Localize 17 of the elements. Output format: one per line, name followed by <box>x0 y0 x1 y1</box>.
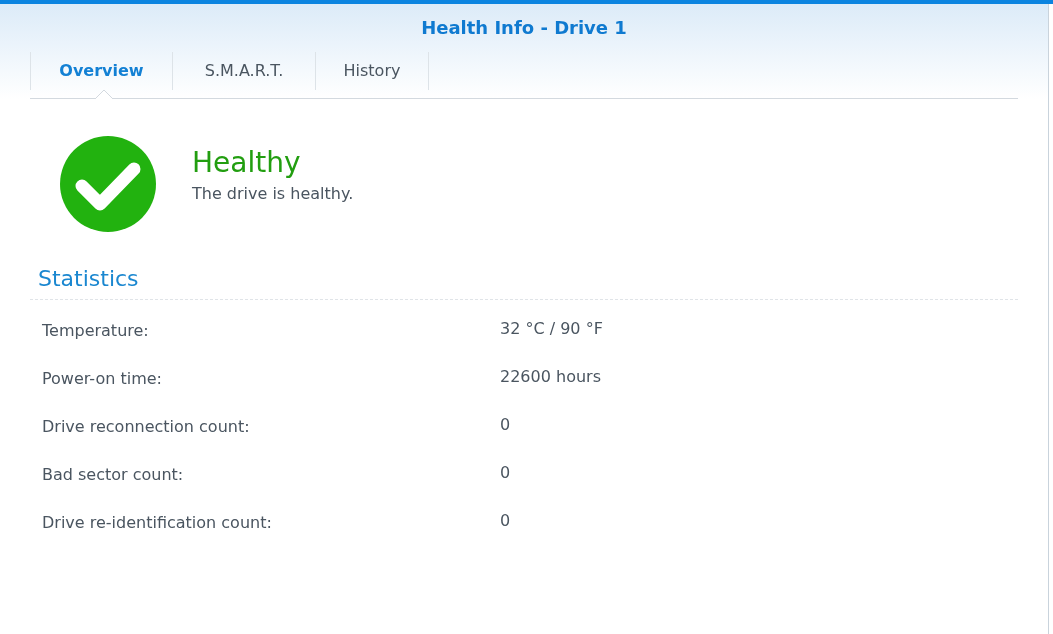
stat-label: Bad sector count: <box>42 464 185 486</box>
stat-label: Power-on time: <box>42 368 163 390</box>
stat-value: 0 <box>500 510 511 532</box>
stat-value: 0 <box>500 414 511 436</box>
stat-value: 0 <box>500 462 511 484</box>
stat-label: Drive reconnection count: <box>42 416 251 438</box>
tab[interactable]: S.M.A.R.T. <box>173 52 316 90</box>
tab[interactable]: Overview <box>30 52 173 90</box>
status-message: The drive is healthy. <box>192 183 354 205</box>
stat-value: 22600 hours <box>500 366 601 388</box>
section-heading: Statistics <box>38 265 140 293</box>
status-title: Healthy <box>192 145 302 181</box>
stat-label: Drive re-identification count: <box>42 512 273 534</box>
tab[interactable]: History <box>316 52 429 90</box>
window-title: Health Info - Drive 1 <box>421 16 627 40</box>
stat-value: 32 °C / 90 °F <box>500 318 603 340</box>
stat-label: Temperature: <box>42 320 150 342</box>
